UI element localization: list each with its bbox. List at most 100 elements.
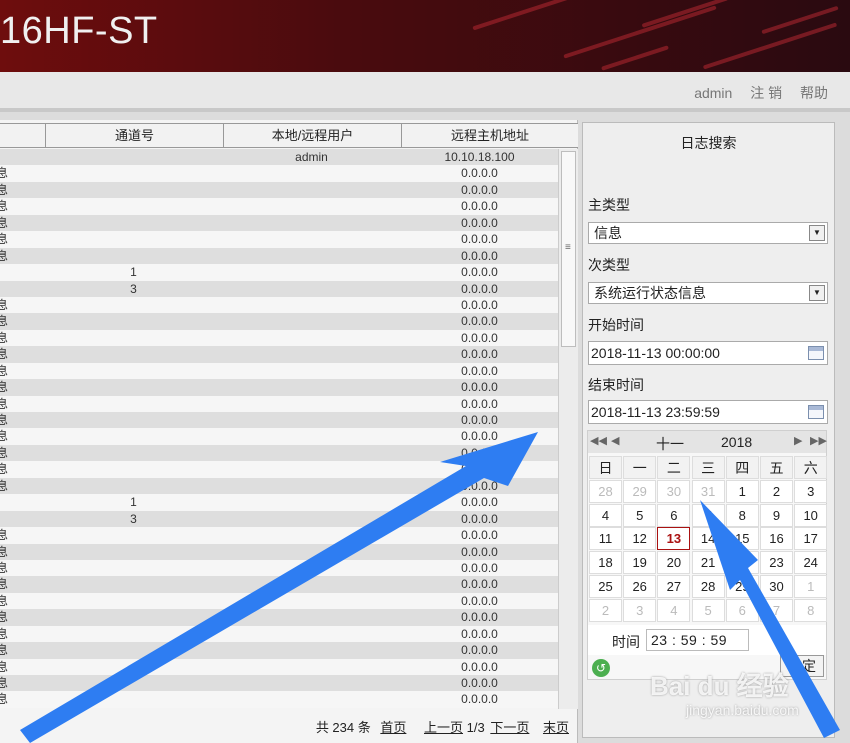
table-row[interactable]: 息 0.0.0.0 [0, 559, 558, 577]
calendar-day[interactable]: 1 [794, 575, 828, 598]
calendar-day[interactable]: 18 [589, 551, 622, 575]
main-type-select[interactable]: 信息 ▼ [588, 222, 828, 244]
table-row[interactable]: 3 0.0.0.0 [0, 280, 558, 297]
next-page-link[interactable]: 下一页 [490, 720, 529, 735]
table-row[interactable]: 息 0.0.0.0 [0, 231, 558, 248]
table-row[interactable]: 息 0.0.0.0 [0, 346, 558, 363]
calendar-day[interactable]: 24 [794, 551, 828, 575]
calendar-day[interactable]: 4 [657, 598, 691, 622]
last-page-link[interactable]: 末页 [543, 720, 569, 735]
help-link[interactable]: 帮助 [800, 85, 828, 101]
table-row[interactable]: 1 0.0.0.0 [0, 264, 558, 281]
table-row[interactable]: 息 0.0.0.0 [0, 214, 558, 232]
calendar-day[interactable]: 30 [657, 479, 691, 503]
calendar-day[interactable]: 8 [725, 503, 759, 527]
prev-month-icon[interactable]: ◀ [611, 434, 619, 447]
calendar-day[interactable]: 3 [623, 598, 657, 622]
calendar-day[interactable]: 3 [794, 479, 828, 503]
column-header-user[interactable]: 本地/远程用户 [223, 124, 401, 147]
table-row[interactable]: 息 0.0.0.0 [0, 395, 558, 412]
table-row[interactable]: 息 0.0.0.0 [0, 477, 558, 495]
table-row[interactable]: 息 0.0.0.0 [0, 428, 558, 445]
calendar-day[interactable]: 2 [760, 479, 793, 503]
today-icon[interactable]: ↺ [592, 659, 610, 677]
start-time-input[interactable]: 2018-11-13 00:00:00 [588, 341, 828, 365]
column-header-host[interactable]: 远程主机地址 [401, 124, 578, 147]
end-time-input[interactable]: 2018-11-13 23:59:59 [588, 400, 828, 424]
calendar-icon[interactable] [808, 405, 824, 419]
table-row[interactable]: 3 0.0.0.0 [0, 510, 558, 528]
table-row[interactable]: 息 0.0.0.0 [0, 691, 558, 708]
table-row[interactable]: 息 0.0.0.0 [0, 296, 558, 314]
table-row[interactable]: 息 0.0.0.0 [0, 362, 558, 380]
table-row[interactable]: 息 0.0.0.0 [0, 379, 558, 396]
next-year-icon[interactable]: ▶▶ [810, 434, 827, 447]
table-row[interactable]: 息 0.0.0.0 [0, 247, 558, 265]
table-row[interactable]: 息 0.0.0.0 [0, 461, 558, 478]
calendar-day[interactable]: 28 [589, 479, 622, 503]
calendar-day[interactable]: 5 [623, 503, 657, 527]
time-input[interactable]: 23 : 59 : 59 [646, 629, 749, 651]
calendar-day[interactable]: 29 [623, 479, 657, 503]
dropdown-arrow-icon[interactable]: ▼ [809, 225, 825, 241]
calendar-day[interactable]: 7 [760, 598, 793, 622]
calendar-day[interactable]: 19 [623, 551, 657, 575]
calendar-day[interactable]: 29 [725, 575, 759, 598]
table-row[interactable]: 息 0.0.0.0 [0, 576, 558, 593]
column-header-channel[interactable]: 通道号 [45, 124, 223, 147]
first-page-link[interactable]: 首页 [380, 720, 406, 735]
calendar-day[interactable]: 10 [794, 503, 828, 527]
calendar-day[interactable]: 11 [589, 527, 622, 551]
table-row[interactable]: 息 0.0.0.0 [0, 313, 558, 330]
calendar-day[interactable]: 4 [589, 503, 622, 527]
calendar-day[interactable]: 1 [725, 479, 759, 503]
calendar-day[interactable]: 31 [691, 479, 725, 503]
calendar-day[interactable]: 2 [589, 598, 622, 622]
table-row[interactable]: 息 0.0.0.0 [0, 625, 558, 643]
sub-type-select[interactable]: 系统运行状态信息 ▼ [588, 282, 828, 304]
next-month-icon[interactable]: ▶ [794, 434, 802, 447]
calendar-day[interactable]: 12 [623, 527, 657, 551]
calendar-day[interactable]: 5 [691, 598, 725, 622]
calendar-day[interactable]: 9 [760, 503, 793, 527]
calendar-day[interactable]: 26 [623, 575, 657, 598]
table-row[interactable]: 息 0.0.0.0 [0, 329, 558, 347]
calendar-day[interactable]: 30 [760, 575, 793, 598]
dropdown-arrow-icon[interactable]: ▼ [809, 285, 825, 301]
table-row[interactable]: 息 0.0.0.0 [0, 675, 558, 692]
table-row[interactable]: 息 0.0.0.0 [0, 642, 558, 659]
table-row[interactable]: 息 0.0.0.0 [0, 527, 558, 544]
table-row[interactable]: admin 10.10.18.100 [0, 149, 558, 166]
calendar-day[interactable]: 6 [657, 503, 691, 527]
table-row[interactable]: 息 0.0.0.0 [0, 198, 558, 215]
table-row[interactable]: 息 0.0.0.0 [0, 412, 558, 429]
table-row[interactable]: 息 0.0.0.0 [0, 592, 558, 610]
logout-link[interactable]: 注 销 [750, 85, 782, 101]
calendar-day[interactable]: 27 [657, 575, 691, 598]
table-row[interactable]: 息 0.0.0.0 [0, 444, 558, 462]
calendar-day[interactable]: 13 [657, 527, 691, 551]
calendar-day[interactable]: 6 [725, 598, 759, 622]
table-row[interactable]: 1 0.0.0.0 [0, 494, 558, 511]
calendar-day[interactable]: 20 [657, 551, 691, 575]
calendar-day[interactable]: 25 [589, 575, 622, 598]
calendar-day[interactable]: 17 [794, 527, 828, 551]
calendar-icon[interactable] [808, 346, 824, 360]
calendar-day[interactable]: 28 [691, 575, 725, 598]
calendar-day[interactable]: 23 [760, 551, 793, 575]
prev-year-icon[interactable]: ◀◀ [590, 434, 607, 447]
calendar-day[interactable]: 8 [794, 598, 828, 622]
calendar-day[interactable]: 21 [691, 551, 725, 575]
calendar-year[interactable]: 2018 [721, 434, 752, 450]
scrollbar-thumb[interactable]: ≡ [561, 151, 576, 347]
calendar-day[interactable]: 7 [691, 503, 725, 527]
table-row[interactable]: 息 0.0.0.0 [0, 165, 558, 182]
calendar-day[interactable]: 14 [691, 527, 725, 551]
calendar-month[interactable]: 十一 [656, 434, 684, 454]
calendar-day[interactable]: 16 [760, 527, 793, 551]
calendar-day[interactable]: 22 [725, 551, 759, 575]
table-row[interactable]: 息 0.0.0.0 [0, 543, 558, 560]
table-scrollbar[interactable]: ≡ [558, 149, 578, 709]
calendar-day[interactable]: 15 [725, 527, 759, 551]
table-row[interactable]: 息 0.0.0.0 [0, 658, 558, 675]
